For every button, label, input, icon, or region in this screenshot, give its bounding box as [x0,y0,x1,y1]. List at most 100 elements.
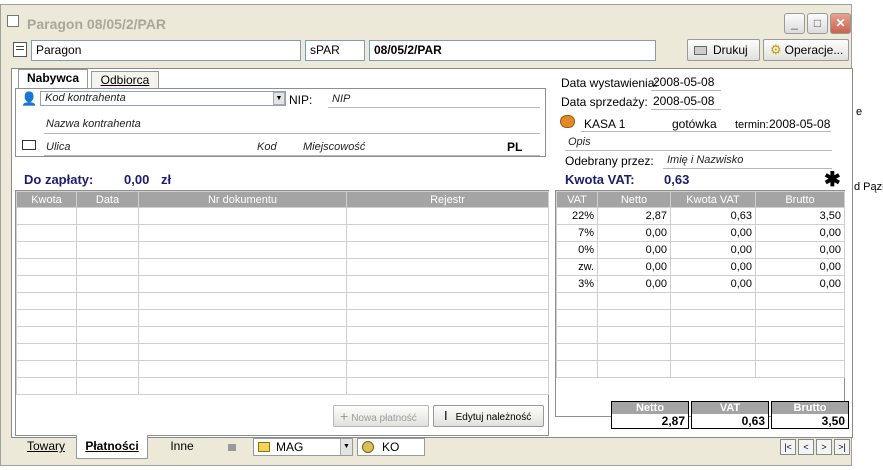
table-cell[interactable] [670,309,756,327]
table-row[interactable] [16,258,549,276]
table-cell[interactable]: 0,00 [597,224,671,242]
column-header[interactable]: Rejestr [346,191,549,208]
table-cell[interactable] [346,207,549,225]
tab-platnosci[interactable]: Płatności [76,435,148,459]
table-cell[interactable] [346,326,549,344]
table-cell[interactable] [138,224,347,242]
table-cell[interactable]: 0,00 [597,241,671,259]
nip-input[interactable]: NIP [332,93,350,105]
table-cell[interactable] [16,343,77,361]
table-cell[interactable]: zw. [556,258,598,276]
tab-towary[interactable]: Towary [21,435,71,459]
previous-record-button[interactable]: < [798,439,814,455]
chevron-down-icon[interactable]: ▼ [273,92,285,105]
table-cell[interactable] [138,360,347,378]
register-field[interactable]: KASA 1 [584,117,625,131]
table-row[interactable] [556,309,845,327]
column-header[interactable]: VAT [556,191,598,208]
table-cell[interactable] [670,326,756,344]
table-row[interactable] [16,292,549,310]
table-cell[interactable] [76,241,139,259]
table-cell[interactable] [76,292,139,310]
table-row[interactable] [556,360,845,378]
table-cell[interactable] [16,275,77,293]
table-cell[interactable] [346,360,549,378]
issue-date-field[interactable]: 2008-05-08 [653,75,714,89]
table-cell[interactable] [755,343,845,361]
table-cell[interactable]: 0,00 [670,224,756,242]
table-cell[interactable] [76,258,139,276]
table-cell[interactable] [76,309,139,327]
table-cell[interactable] [76,343,139,361]
table-cell[interactable] [76,207,139,225]
table-cell[interactable] [597,360,671,378]
table-cell[interactable] [346,343,549,361]
table-row[interactable] [556,292,845,310]
table-row[interactable]: 0% 0,00 0,00 0,00 [556,241,845,259]
table-cell[interactable]: 0,00 [755,275,845,293]
table-cell[interactable] [16,258,77,276]
table-cell[interactable] [670,360,756,378]
table-cell[interactable] [16,326,77,344]
table-cell[interactable] [670,292,756,310]
minimize-button[interactable]: _ [784,13,805,34]
table-cell[interactable] [76,275,139,293]
table-row[interactable] [16,275,549,293]
column-header[interactable]: Nr dokumentu [138,191,347,208]
table-cell[interactable] [755,309,845,327]
street-input[interactable]: Ulica [46,141,70,153]
table-row[interactable] [16,343,549,361]
table-cell[interactable] [138,241,347,259]
table-cell[interactable]: 7% [556,224,598,242]
tab-nabywca[interactable]: Nabywca [18,69,88,88]
table-row[interactable] [556,326,845,344]
table-cell[interactable]: 2,87 [597,207,671,225]
table-cell[interactable] [138,309,347,327]
table-cell[interactable] [16,377,77,395]
contractor-name-input[interactable]: Nazwa kontrahenta [46,118,141,130]
new-payment-button[interactable]: + Nowa płatność [333,405,429,427]
table-cell[interactable]: 3% [556,275,598,293]
table-cell[interactable] [76,326,139,344]
table-cell[interactable]: 0,00 [597,275,671,293]
edit-receivable-button[interactable]: I Edytuj należność [433,405,544,427]
table-row[interactable]: zw. 0,00 0,00 0,00 [556,258,845,276]
table-cell[interactable]: 0,00 [755,241,845,259]
table-row[interactable] [16,207,549,225]
description-field[interactable]: Opis [568,136,591,148]
table-cell[interactable] [346,292,549,310]
table-cell[interactable]: 0,00 [597,258,671,276]
user-field[interactable]: KO [357,438,425,456]
table-cell[interactable]: 22% [556,207,598,225]
table-row[interactable] [556,343,845,361]
table-cell[interactable] [16,360,77,378]
table-cell[interactable] [755,292,845,310]
table-cell[interactable] [556,326,598,344]
contractor-code-input[interactable]: Kod kontrahenta [40,91,286,106]
table-cell[interactable]: 0,00 [755,258,845,276]
first-record-button[interactable]: |< [780,439,796,455]
column-header[interactable]: Kwota [16,191,77,208]
column-header[interactable]: Netto [597,191,671,208]
table-cell[interactable] [346,309,549,327]
table-cell[interactable] [138,343,347,361]
table-cell[interactable]: 0,00 [670,241,756,259]
table-cell[interactable] [597,292,671,310]
table-row[interactable] [16,241,549,259]
table-row[interactable]: 7% 0,00 0,00 0,00 [556,224,845,242]
doc-type-field[interactable]: Paragon [31,40,301,61]
table-row[interactable] [16,360,549,378]
table-cell[interactable] [16,224,77,242]
table-row[interactable]: 3% 0,00 0,00 0,00 [556,275,845,293]
table-cell[interactable] [138,292,347,310]
table-row[interactable]: 22% 2,87 0,63 3,50 [556,207,845,225]
table-cell[interactable] [346,241,549,259]
table-cell[interactable] [556,343,598,361]
due-date-field[interactable]: 2008-05-08 [769,117,830,131]
country-code[interactable]: PL [507,140,522,154]
table-cell[interactable] [755,326,845,344]
column-header[interactable]: Kwota VAT [670,191,756,208]
table-cell[interactable] [16,292,77,310]
table-cell[interactable] [556,360,598,378]
table-cell[interactable]: 0,00 [670,258,756,276]
